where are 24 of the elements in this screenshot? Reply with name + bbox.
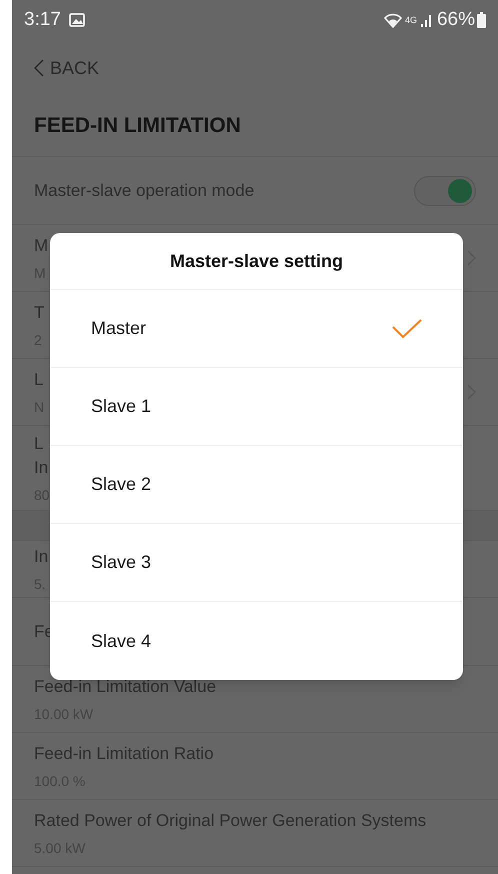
- row-label: Rated Power of Original Power Generation Systems: [34, 810, 426, 832]
- row-label: L: [34, 369, 44, 391]
- dialog-title: Master-slave setting: [170, 250, 344, 273]
- toggle-switch[interactable]: [414, 176, 476, 206]
- dialog-option[interactable]: Slave 3: [50, 524, 463, 602]
- page-title: FEED-IN LIMITATION: [34, 113, 241, 140]
- row-label: M: [34, 235, 48, 257]
- wifi-icon: [384, 12, 402, 28]
- row-label: L: [34, 433, 44, 455]
- battery-icon: [477, 12, 486, 28]
- battery-percent: 66%: [436, 8, 475, 32]
- row-label: In: [34, 546, 48, 568]
- dialog-option[interactable]: Slave 1: [50, 368, 463, 446]
- image-icon: [68, 13, 85, 27]
- dialog-option[interactable]: Slave 2: [50, 446, 463, 524]
- row-label: Master-slave operation mode: [34, 180, 254, 202]
- network-type: 4G: [404, 16, 417, 24]
- row-label: Feed-in Limitation Ratio: [34, 743, 214, 765]
- dialog-option[interactable]: Master: [50, 290, 463, 368]
- signal-icon: [420, 13, 434, 27]
- row-label: T: [34, 302, 44, 324]
- status-time: 3:17: [24, 8, 61, 32]
- row-label: In: [34, 457, 48, 479]
- chevron-left-icon: [34, 59, 44, 77]
